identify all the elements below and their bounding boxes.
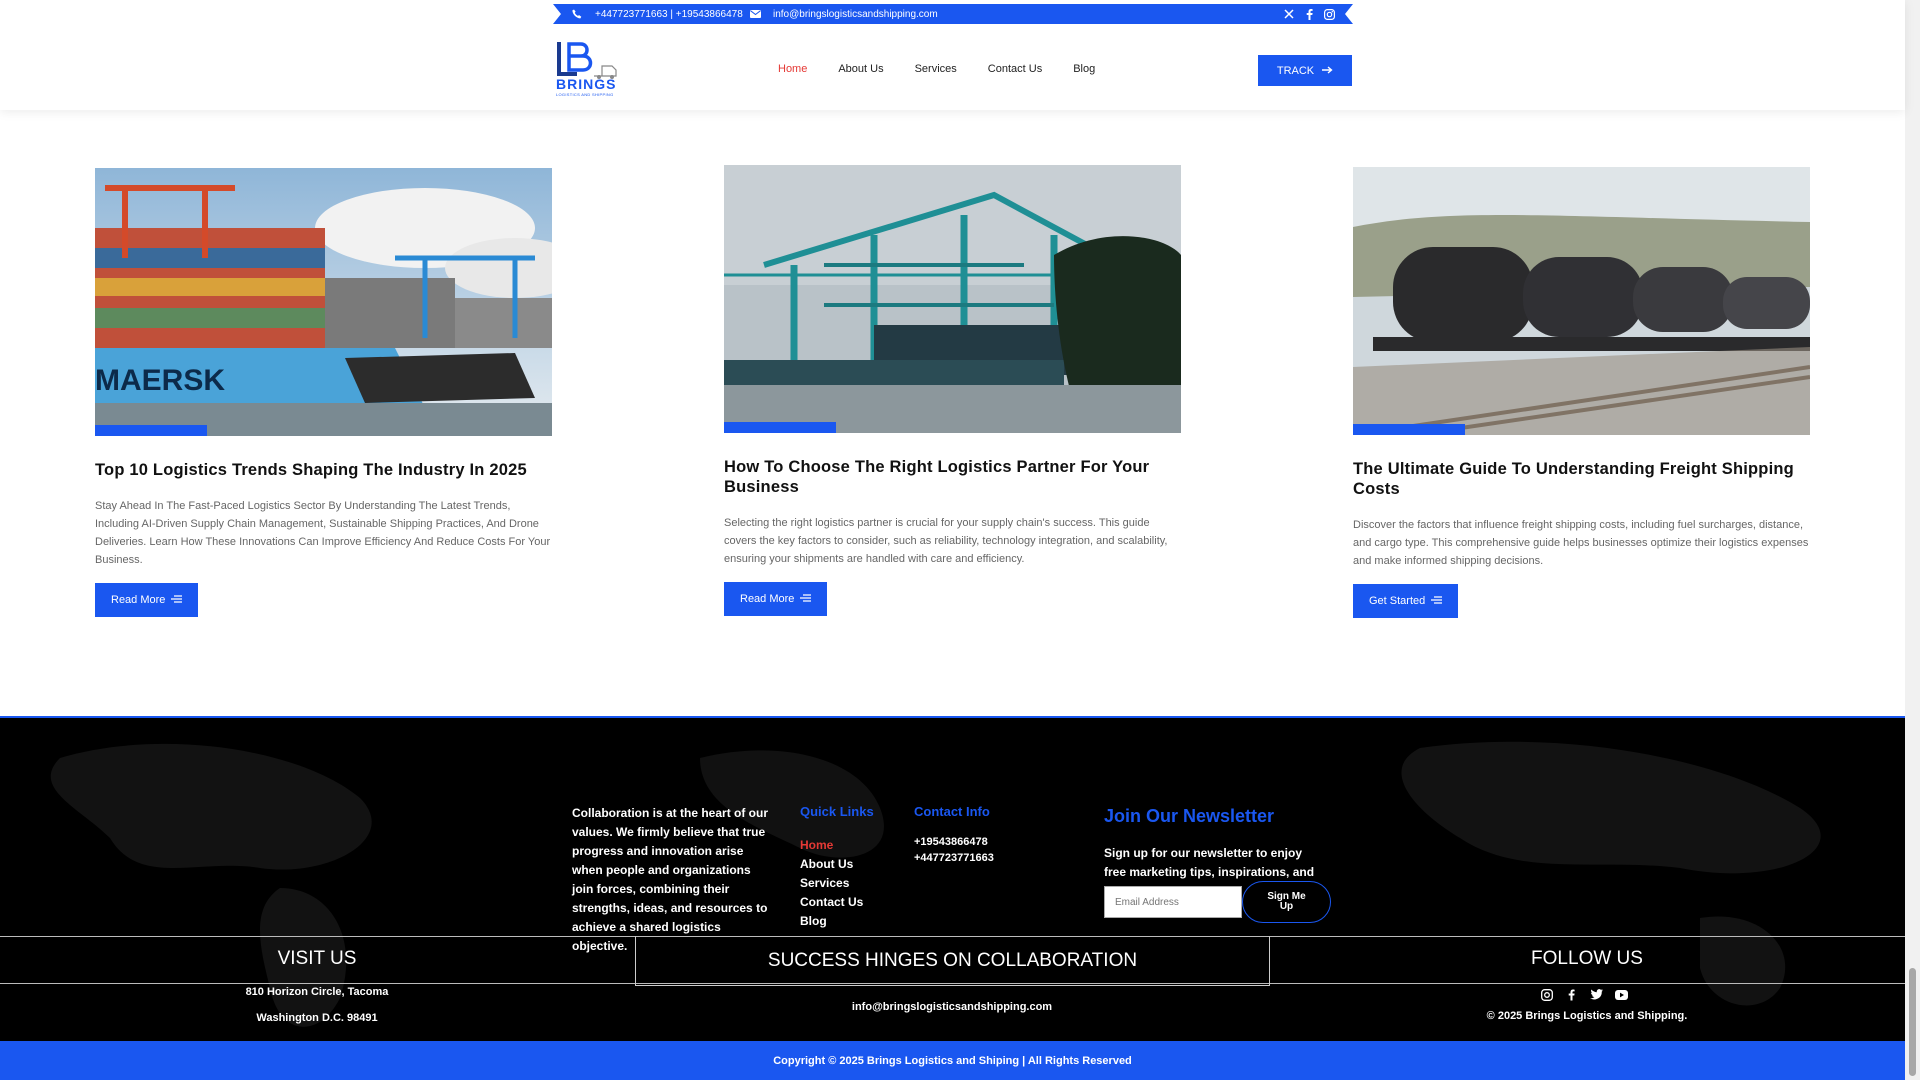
topbar-phones: +447723771663 | +19543866478 [595,8,743,20]
sign-me-up-button[interactable]: Sign Me Up [1242,881,1331,923]
twitter-icon[interactable] [1590,988,1603,1001]
facebook-icon[interactable] [1303,8,1315,20]
topbar-email-text: info@bringslogisticsandshipping.com [773,8,938,20]
nav-blog[interactable]: Blog [1073,63,1095,75]
facebook-icon[interactable] [1565,988,1578,1001]
blog-card: MAERSK Top 10 Logistics Trends Shaping T… [95,168,552,617]
footer-about-text: Collaboration is at the heart of our val… [572,806,769,953]
blog-card-title[interactable]: How To Choose The Right Logistics Partne… [724,457,1181,497]
copyright-bar: Copyright © 2025 Brings Logistics and Sh… [0,1041,1905,1080]
read-more-button[interactable]: Read More [724,582,828,616]
get-started-label: Get Started [1369,595,1426,607]
contact-phone[interactable]: +447723771663 [914,850,994,866]
sign-me-up-label: Sign Me Up [1267,891,1306,912]
quick-links-list: Home About Us Services Contact Us Blog [800,836,863,931]
footer-link-contact-us[interactable]: Contact Us [800,893,863,912]
instagram-icon[interactable] [1323,8,1335,20]
image-accent-bar [1353,424,1465,435]
footer-link-blog[interactable]: Blog [800,912,863,931]
nav-about-us[interactable]: About Us [838,63,883,75]
top-contact-bar: +447723771663 | +19543866478 info@brings… [553,4,1353,24]
follow-us-title: FOLLOW US [1531,948,1643,969]
lines-icon [171,594,183,606]
image-accent-bar [95,425,207,436]
main-nav: Home About Us Services Contact Us Blog [778,63,1095,75]
arrow-right-icon [1322,65,1333,77]
youtube-icon[interactable] [1615,988,1628,1001]
topbar-phone[interactable]: +447723771663 | +19543866478 [571,4,743,24]
x-icon[interactable] [1283,8,1295,20]
page-scrollbar[interactable] [1905,0,1920,1080]
mail-icon [749,8,761,20]
footer-link-home[interactable]: Home [800,836,863,855]
contact-phone[interactable]: +19543866478 [914,834,994,850]
lines-icon [1431,595,1443,607]
footer-link-about-us[interactable]: About Us [800,855,863,874]
visit-address-line: 810 Horizon Circle, Tacoma [245,986,389,998]
blog-card: How To Choose The Right Logistics Partne… [724,165,1181,616]
site-header: +447723771663 | +19543866478 info@brings… [0,0,1905,110]
get-started-button[interactable]: Get Started [1353,584,1459,618]
visit-address-line: Washington D.C. 98491 [256,1012,378,1024]
read-more-label: Read More [111,594,166,606]
blog-card-excerpt: Discover the factors that influence frei… [1353,519,1809,567]
phone-icon [571,8,583,20]
blog-card-title[interactable]: Top 10 Logistics Trends Shaping The Indu… [95,460,552,480]
instagram-icon[interactable] [1540,988,1553,1001]
lines-icon [800,593,812,605]
blog-card-excerpt: Selecting the right logistics partner is… [724,517,1168,565]
track-button[interactable]: TRACK [1258,55,1352,86]
ship-hull-text: MAERSK [95,364,225,397]
nav-contact-us[interactable]: Contact Us [988,63,1042,75]
newsletter-title: Join Our Newsletter [1104,806,1275,826]
footer-link-services[interactable]: Services [800,874,863,893]
site-logo[interactable]: BRINGS LOGISTICS AND SHIPPING [556,40,622,100]
read-more-label: Read More [740,593,795,605]
logo-subtitle: LOGISTICS AND SHIPPING [556,92,614,97]
site-footer: Collaboration is at the heart of our val… [0,716,1905,1041]
contact-info-title: Contact Info [914,804,990,819]
blog-card-image-crane[interactable] [724,165,1181,433]
newsletter-email-input[interactable] [1104,886,1242,918]
logo-text: BRINGS [556,76,617,92]
copyright-text: Copyright © 2025 Brings Logistics and Sh… [773,1054,1132,1067]
blog-card: The Ultimate Guide To Understanding Frei… [1353,167,1810,618]
blog-card-title[interactable]: The Ultimate Guide To Understanding Frei… [1353,459,1810,499]
collaboration-banner: SUCCESS HINGES ON COLLABORATION [635,936,1270,986]
nav-services[interactable]: Services [915,63,957,75]
topbar-social [1283,4,1335,24]
image-accent-bar [724,422,836,433]
blog-card-image-train[interactable] [1353,167,1810,435]
blog-card-image-port[interactable]: MAERSK [95,168,552,436]
topbar-email[interactable]: info@bringslogisticsandshipping.com [749,4,938,24]
scrollbar-thumb[interactable] [1909,968,1916,1076]
collaboration-title: SUCCESS HINGES ON COLLABORATION [767,949,1138,971]
blog-card-excerpt: Stay Ahead In The Fast-Paced Logistics S… [95,500,551,566]
contact-info-list: +19543866478 +447723771663 [914,834,994,866]
visit-us-title: VISIT US [277,948,357,969]
footer-rights: © 2025 Brings Logistics and Shipping. [1486,1010,1688,1022]
track-button-label: TRACK [1276,64,1315,77]
footer-email[interactable]: info@bringslogisticsandshipping.com [752,1001,1152,1013]
nav-home[interactable]: Home [778,63,807,75]
follow-social-icons [1540,988,1628,1001]
quick-links-title: Quick Links [800,804,874,819]
read-more-button[interactable]: Read More [95,583,199,617]
